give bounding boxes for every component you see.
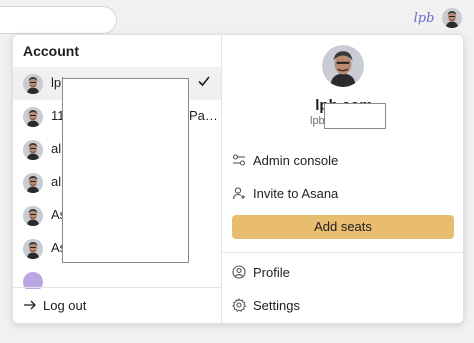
- profile-email: lpb: [310, 115, 325, 127]
- user-avatar-button[interactable]: [442, 8, 462, 28]
- avatar: [23, 173, 43, 193]
- logout-button[interactable]: Log out: [13, 288, 221, 323]
- redaction-box: [62, 78, 189, 263]
- search-input[interactable]: [0, 6, 117, 34]
- logout-label: Log out: [43, 298, 87, 313]
- avatar: [23, 74, 43, 94]
- settings-label: Settings: [253, 298, 300, 313]
- account-dropdown: Account lpb 11 Pa… al al As As Log out l…: [12, 34, 464, 324]
- logout-arrow-icon: [24, 300, 36, 310]
- account-item[interactable]: [13, 265, 221, 289]
- account-switcher: Account lpb 11 Pa… al al As As Log out: [13, 35, 221, 323]
- avatar: [23, 239, 43, 259]
- settings-gear-icon: [232, 298, 246, 312]
- profile-avatar: [322, 45, 364, 87]
- profile-label: Profile: [253, 265, 290, 280]
- divider: [222, 252, 463, 253]
- profile-item[interactable]: Profile: [222, 257, 463, 287]
- account-name-suffix: Pa…: [189, 108, 218, 123]
- add-seats-button[interactable]: Add seats: [232, 215, 454, 239]
- profile-panel: lpb.com lpb Admin console Invite to Asan…: [221, 35, 463, 323]
- invite-label: Invite to Asana: [253, 186, 339, 201]
- settings-item[interactable]: Settings: [222, 290, 463, 320]
- avatar: [23, 140, 43, 160]
- admin-console-label: Admin console: [253, 153, 339, 168]
- avatar: [23, 206, 43, 226]
- workspace-logo[interactable]: lpb: [410, 8, 438, 30]
- admin-console-item[interactable]: Admin console: [222, 145, 463, 175]
- avatar: [23, 107, 43, 127]
- profile-icon: [232, 265, 246, 279]
- redaction-box: [324, 103, 386, 129]
- invite-item[interactable]: Invite to Asana: [222, 178, 463, 208]
- invite-user-icon: [232, 187, 245, 200]
- top-bar: lpb: [0, 0, 474, 36]
- account-section-title: Account: [23, 43, 79, 59]
- admin-sliders-icon: [232, 154, 246, 166]
- check-icon: [198, 76, 210, 87]
